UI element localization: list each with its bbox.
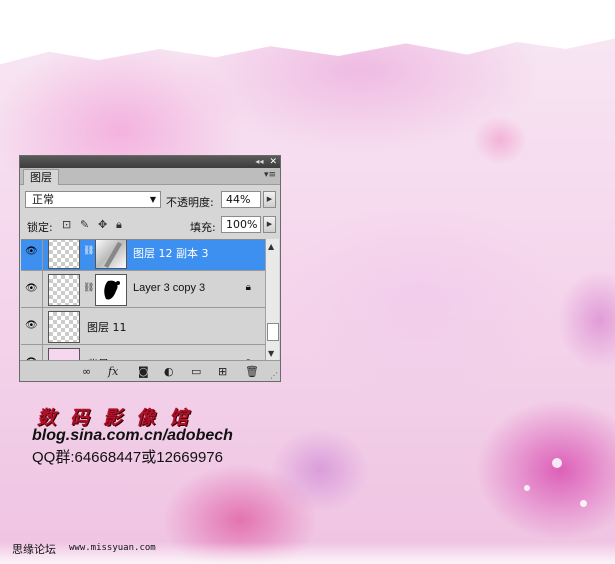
fill-label: 填充: [190,221,216,234]
opacity-field[interactable]: 44% [221,191,261,208]
mask-shape-icon [96,275,126,305]
chevron-down-icon: ▼ [149,195,156,204]
mask-thumbnail[interactable] [95,240,127,269]
link-icon[interactable]: ⛓︎ [83,283,94,293]
layers-panel: ◂◂ ✕ 图层 ▾≡ 正常 ▼ 不透明度: 44% ▶ 锁定: ⊡ ✎ ✥ 🔒︎… [19,155,281,382]
link-layers-icon[interactable]: ∞ [82,365,91,378]
lock-position-icon[interactable]: ✥ [98,218,107,231]
fx-icon[interactable]: fx [108,365,118,378]
fill-field[interactable]: 100% [221,216,261,233]
site-url: www.missyuan.com [69,543,156,553]
divider [42,308,43,345]
resize-grip-icon[interactable]: ⋰ [270,371,278,380]
tab-layers[interactable]: 图层 [23,169,59,185]
lock-label: 锁定: [27,221,53,234]
lock-all-icon[interactable]: 🔒︎ [116,218,122,232]
brand-title: 数码影像馆 [37,407,203,429]
panel-titlebar: ◂◂ ✕ [20,156,280,168]
fill-slider-button[interactable]: ▶ [263,216,276,233]
panel-tab-row: 图层 ▾≡ [20,168,280,185]
scroll-up-icon[interactable]: ▲ [268,242,274,251]
opacity-label: 不透明度: [166,196,214,209]
blend-mode-select[interactable]: 正常 ▼ [25,191,161,208]
link-icon[interactable]: ⛓︎ [83,246,94,256]
lock-fill-row: 锁定: ⊡ ✎ ✥ 🔒︎ 填充: 100% ▶ [20,214,280,236]
lock-transparency-icon[interactable]: ⊡ [62,218,71,231]
add-mask-icon[interactable]: ◙ [138,365,149,378]
adjustment-layer-icon[interactable]: ◐ [164,365,174,378]
lock-pixels-icon[interactable]: ✎ [80,218,89,231]
layer-thumbnail [48,311,80,343]
blend-opacity-row: 正常 ▼ 不透明度: 44% ▶ [20,188,280,210]
layer-name: 图层 12 副本 3 [133,247,209,260]
blend-mode-value: 正常 [32,193,54,206]
eye-icon[interactable]: 👁︎ [25,320,38,331]
divider [42,240,43,271]
layer-thumbnail [48,240,80,269]
new-layer-icon[interactable]: ⊞ [218,365,227,378]
layer-row[interactable]: 👁︎ ⛓︎ Layer 3 copy 3 🔒︎ [21,271,265,308]
sparkle [552,458,562,468]
layers-list: 👁︎ ⛓︎ 图层 12 副本 3 👁︎ ⛓︎ Layer 3 copy 3 🔒︎… [21,239,265,362]
layers-scrollbar[interactable]: ▲ ▼ [265,239,279,361]
scroll-thumb[interactable] [267,323,279,341]
eye-icon[interactable]: 👁︎ [25,283,38,294]
panel-bottom-toolbar: ∞ fx ◙ ◐ ▭ ⊞ 🗑︎ ⋰ [20,360,280,381]
site-name: 思缘论坛 [12,543,56,556]
panel-menu-icon[interactable]: ▾≡ [264,170,276,180]
opacity-slider-button[interactable]: ▶ [263,191,276,208]
brand-url: blog.sina.com.cn/adobech [32,427,233,444]
lock-icon: 🔒︎ [245,282,251,293]
layer-thumbnail [48,274,80,306]
layer-name: Layer 3 copy 3 [133,282,206,294]
collapse-icon[interactable]: ◂◂ [255,158,263,166]
scroll-down-icon[interactable]: ▼ [268,349,274,358]
layer-row[interactable]: 👁︎ ⛓︎ 图层 12 副本 3 [21,240,265,271]
sparkle [524,485,530,491]
mask-thumbnail[interactable] [95,274,127,306]
layer-name: 图层 11 [87,321,127,334]
layer-row[interactable]: 👁︎ 图层 11 [21,308,265,345]
close-icon[interactable]: ✕ [269,157,277,167]
qq-group-text: QQ群:64668447或12669976 [32,449,223,466]
divider [42,271,43,308]
eye-icon[interactable]: 👁︎ [25,246,38,257]
trash-icon[interactable]: 🗑︎ [245,365,259,378]
sparkle [580,500,587,507]
new-group-icon[interactable]: ▭ [191,365,201,378]
mask-gradient-icon [96,240,126,268]
